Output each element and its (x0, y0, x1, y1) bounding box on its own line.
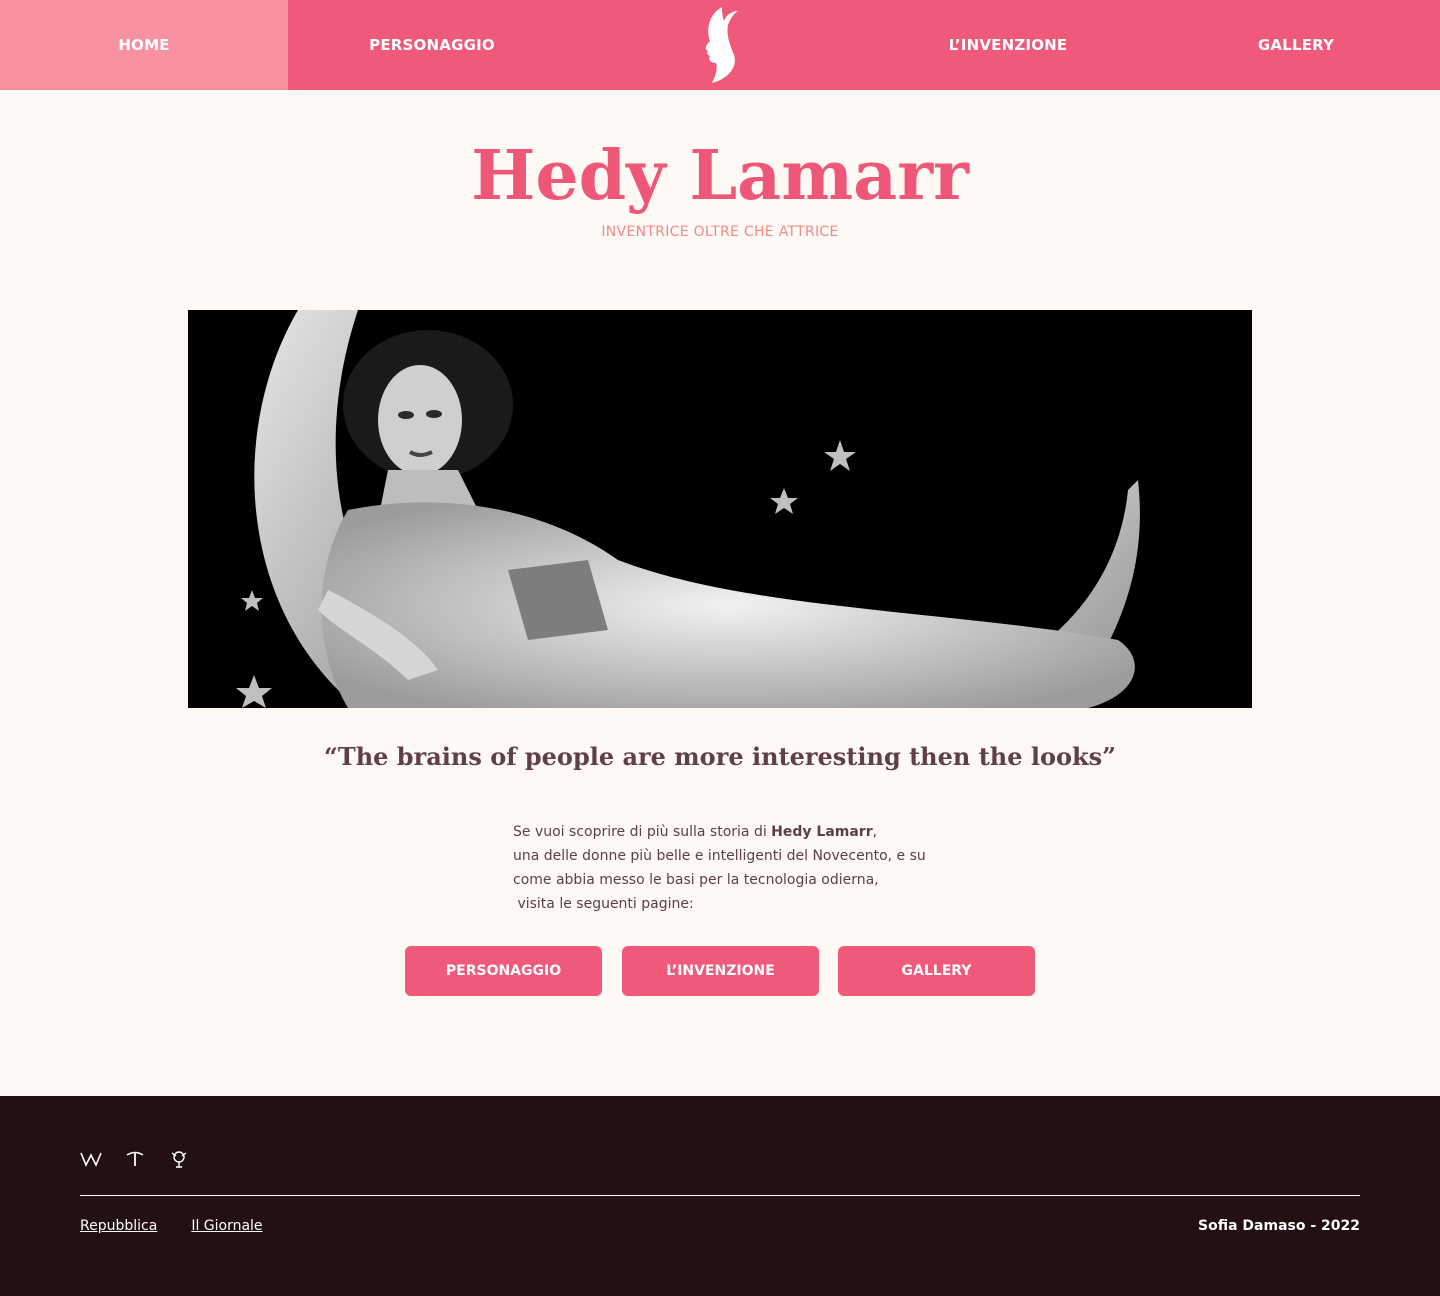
personaggio-button[interactable]: PERSONAGGIO (405, 946, 602, 996)
footer: Repubblica Il Giornale Sofia Damaso - 20… (0, 1096, 1440, 1296)
nav-gallery[interactable]: GALLERY (1152, 0, 1440, 90)
intro-line-1: Se vuoi scoprire di più sulla storia di … (513, 820, 973, 844)
rai-icon[interactable] (168, 1148, 190, 1170)
page-title: Hedy Lamarr (471, 136, 969, 216)
intro-name: Hedy Lamarr (771, 824, 873, 840)
page-subtitle: INVENTRICE OLTRE CHE ATTRICE (601, 224, 839, 240)
gallery-button[interactable]: GALLERY (838, 946, 1035, 996)
footer-credit: Sofia Damaso - 2022 (1198, 1218, 1360, 1234)
intro-line-4: visita le seguenti pagine: (513, 896, 694, 912)
nav-home[interactable]: HOME (0, 0, 288, 90)
invenzione-button[interactable]: L’INVENZIONE (622, 946, 819, 996)
intro-line-1-suffix: , (872, 824, 878, 840)
nav-personaggio[interactable]: PERSONAGGIO (288, 0, 576, 90)
intro-line-1-prefix: Se vuoi scoprire di più sulla storia di (513, 824, 772, 840)
quote: “The brains of people are more interesti… (324, 742, 1116, 771)
treccani-icon[interactable] (124, 1148, 146, 1170)
wikipedia-icon[interactable] (80, 1148, 102, 1170)
footer-icons (80, 1148, 190, 1170)
hero-photo (188, 310, 1252, 708)
intro-line-3: come abbia messo le basi per la tecnolog… (513, 872, 879, 888)
footer-links: Repubblica Il Giornale (80, 1218, 263, 1234)
top-navigation: HOME PERSONAGGIO L’INVENZIONE GALLERY (0, 0, 1440, 90)
intro-line-2: una delle donne più belle e intelligenti… (513, 848, 926, 864)
footer-divider (80, 1195, 1360, 1196)
footer-link-repubblica[interactable]: Repubblica (80, 1218, 157, 1234)
footer-link-il-giornale[interactable]: Il Giornale (191, 1218, 262, 1234)
nav-invenzione[interactable]: L’INVENZIONE (864, 0, 1152, 90)
woman-profile-logo-icon[interactable] (576, 0, 864, 90)
intro-paragraph: Se vuoi scoprire di più sulla storia di … (513, 820, 973, 916)
